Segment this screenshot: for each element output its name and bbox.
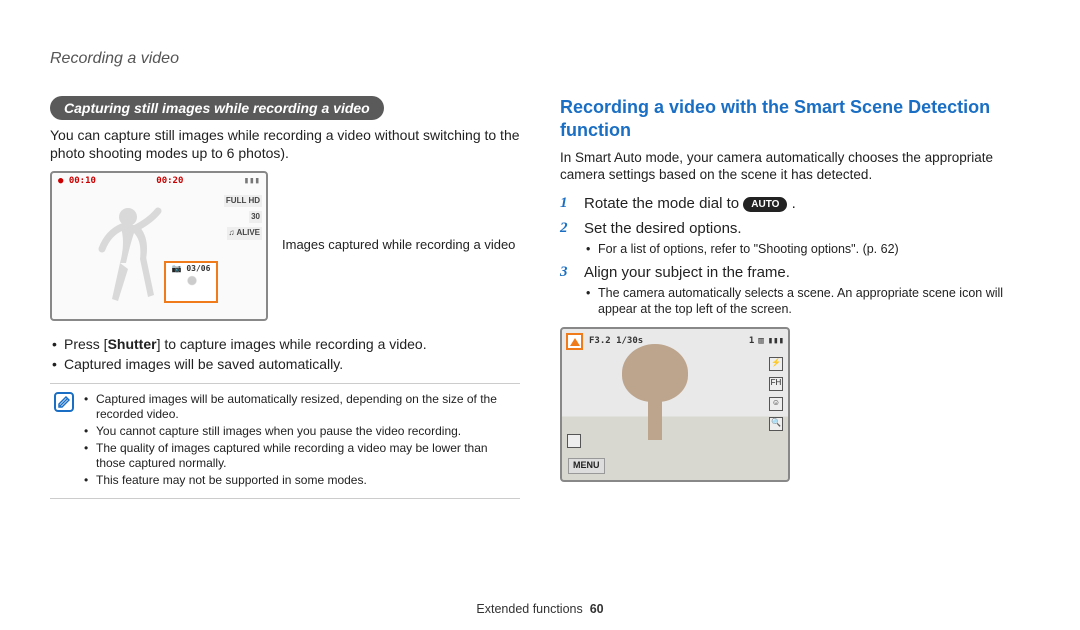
section-pill: Capturing still images while recording a… [50, 96, 384, 120]
step-number: 1 [560, 194, 574, 214]
exposure-text: F3.2 1/30s [589, 336, 643, 348]
face-icon: ☺ [769, 397, 783, 411]
step-sub: For a list of options, refer to "Shootin… [584, 241, 1030, 257]
note-box: Captured images will be automatically re… [50, 383, 520, 499]
note-item: This feature may not be supported in som… [84, 473, 516, 488]
step-number: 2 [560, 219, 574, 257]
note-item: The quality of images captured while rec… [84, 441, 516, 471]
footer-page: 60 [590, 602, 604, 616]
card-icon: ▥ [758, 336, 763, 348]
screen2-side-icons: ⚡ FH ☺ 🔍 [769, 357, 783, 431]
disp-icon [567, 434, 581, 448]
page-title: Recording a video [50, 50, 1030, 68]
scene-icon [566, 333, 583, 350]
step-2: 2 Set the desired options. For a list of… [560, 219, 1030, 257]
note-item: Captured images will be automatically re… [84, 392, 516, 422]
step-3: 3 Align your subject in the frame. The c… [560, 263, 1030, 317]
battery-icon: ▮▮▮ [244, 176, 260, 188]
left-column: Capturing still images while recording a… [50, 96, 520, 499]
thumb-counter: 📷 03/06 [166, 263, 216, 274]
page-footer: Extended functions 60 [0, 602, 1080, 616]
step-text: Set the desired options. [584, 219, 1030, 239]
note-item: You cannot capture still images when you… [84, 424, 516, 439]
screen-right-badges: FULL HD 30 ♫ ALIVE [224, 195, 262, 240]
badge-res: FULL HD [224, 195, 262, 207]
counter: 1 [749, 336, 754, 348]
right-intro: In Smart Auto mode, your camera automati… [560, 149, 1030, 184]
right-column: Recording a video with the Smart Scene D… [560, 96, 1030, 499]
screen-caption: Images captured while recording a video [282, 237, 515, 254]
bullet-saved: Captured images will be saved automatica… [50, 355, 520, 373]
step-text: Align your subject in the frame. [584, 263, 1030, 283]
tree-trunk-icon [648, 390, 662, 440]
right-heading: Recording a video with the Smart Scene D… [560, 96, 1030, 143]
step-number: 3 [560, 263, 574, 317]
bullet-shutter: Press [Shutter] to capture images while … [50, 335, 520, 353]
step-text: Rotate the mode dial to [584, 195, 743, 212]
footer-section: Extended functions [476, 602, 582, 616]
steps-list: 1 Rotate the mode dial to AUTO . 2 Set t… [560, 194, 1030, 317]
note-icon [54, 392, 74, 412]
left-bullets: Press [Shutter] to capture images while … [50, 335, 520, 373]
size-icon: FH [769, 377, 783, 391]
camera-screen-smartauto: F3.2 1/30s 1 ▥ ▮▮▮ ⚡ FH ☺ 🔍 MENU [560, 327, 790, 482]
remain-time: 00:20 [156, 176, 183, 188]
badge-sound: ♫ ALIVE [227, 227, 262, 239]
camera-screen-recording: ● 00:10 00:20 ▮▮▮ FULL HD 30 ♫ ALIVE [50, 171, 268, 321]
badge-fps: 30 [249, 211, 262, 223]
auto-pill-icon: AUTO [743, 197, 787, 212]
battery-icon: ▮▮▮ [768, 336, 784, 348]
step-text-post: . [792, 195, 796, 212]
zoom-icon: 🔍 [769, 417, 783, 431]
menu-tag: MENU [568, 458, 605, 474]
left-intro: You can capture still images while recor… [50, 126, 520, 162]
rec-time: ● 00:10 [58, 176, 96, 188]
page-columns: Capturing still images while recording a… [50, 96, 1030, 499]
note-list: Captured images will be automatically re… [84, 392, 516, 490]
flash-icon: ⚡ [769, 357, 783, 371]
step-1: 1 Rotate the mode dial to AUTO . [560, 194, 1030, 214]
capture-thumbnail: 📷 03/06 [164, 261, 218, 303]
step-sub: The camera automatically selects a scene… [584, 285, 1030, 318]
screen-and-caption: ● 00:10 00:20 ▮▮▮ FULL HD 30 ♫ ALIVE [50, 171, 520, 321]
